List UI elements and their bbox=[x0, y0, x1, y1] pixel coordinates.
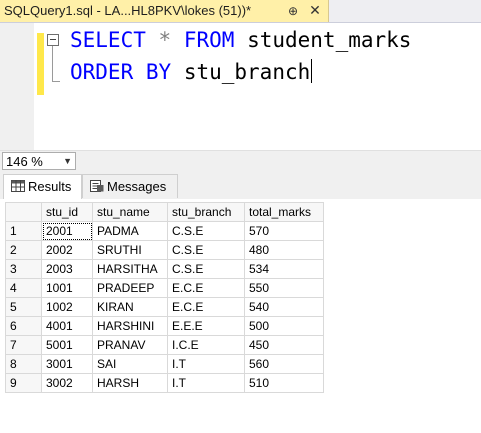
code-line-1[interactable]: SELECT * FROM student_marks bbox=[70, 27, 411, 53]
cell-stu-branch[interactable]: C.S.E bbox=[167, 240, 245, 260]
cell-stu-name[interactable]: SRUTHI bbox=[92, 240, 168, 260]
cell-stu-name[interactable]: SAI bbox=[92, 354, 168, 374]
row-number[interactable]: 8 bbox=[5, 354, 42, 374]
cell-total-marks[interactable]: 570 bbox=[244, 221, 324, 241]
cell-stu-id[interactable]: 3001 bbox=[41, 354, 93, 374]
document-tab-strip: SQLQuery1.sql - LA...HL8PKV\lokes (51))*… bbox=[0, 0, 481, 23]
query-document-tab[interactable]: SQLQuery1.sql - LA...HL8PKV\lokes (51))*… bbox=[0, 0, 329, 22]
cell-stu-branch[interactable]: E.C.E bbox=[167, 278, 245, 298]
close-icon[interactable]: ✕ bbox=[308, 3, 322, 17]
messages-icon bbox=[90, 180, 104, 192]
table-row[interactable]: 3 2003 HARSITHA C.S.E 534 bbox=[5, 259, 324, 279]
row-number[interactable]: 9 bbox=[5, 373, 42, 393]
column-header[interactable]: total_marks bbox=[244, 202, 324, 222]
cell-total-marks[interactable]: 500 bbox=[244, 316, 324, 336]
table-identifier: student_marks bbox=[247, 28, 412, 52]
row-number[interactable]: 2 bbox=[5, 240, 42, 260]
change-tracking-bar bbox=[37, 33, 44, 95]
cell-stu-id[interactable]: 2002 bbox=[41, 240, 93, 260]
tab-results[interactable]: Results bbox=[3, 174, 82, 199]
grid-corner-cell[interactable] bbox=[5, 202, 42, 222]
keyword-order-by: ORDER BY bbox=[70, 60, 172, 84]
tab-results-label: Results bbox=[28, 179, 72, 194]
cell-stu-branch[interactable]: I.T bbox=[167, 354, 245, 374]
horizontal-scrollbar[interactable] bbox=[80, 155, 478, 167]
cell-stu-branch[interactable]: I.T bbox=[167, 373, 245, 393]
tab-messages-label: Messages bbox=[107, 179, 167, 194]
results-grid: stu_id stu_name stu_branch total_marks 1… bbox=[5, 202, 324, 393]
editor-margin bbox=[0, 23, 34, 150]
tab-messages[interactable]: Messages bbox=[82, 174, 178, 198]
keyword-select: SELECT bbox=[70, 28, 146, 52]
chevron-down-icon[interactable]: ▼ bbox=[63, 154, 72, 168]
column-identifier: stu_branch bbox=[183, 60, 311, 84]
pin-icon[interactable]: ⊕ bbox=[286, 4, 300, 18]
table-row[interactable]: 8 3001 SAI I.T 560 bbox=[5, 354, 324, 374]
table-row[interactable]: 7 5001 PRANAV I.C.E 450 bbox=[5, 335, 324, 355]
cell-stu-name[interactable]: HARSITHA bbox=[92, 259, 168, 279]
code-line-2[interactable]: ORDER BY stu_branch bbox=[70, 59, 313, 85]
cell-total-marks[interactable]: 560 bbox=[244, 354, 324, 374]
table-row[interactable]: 1 2001 PADMA C.S.E 570 bbox=[5, 221, 324, 241]
cell-total-marks[interactable]: 510 bbox=[244, 373, 324, 393]
cell-stu-id[interactable]: 3002 bbox=[41, 373, 93, 393]
document-tab-title: SQLQuery1.sql - LA...HL8PKV\lokes (51))* bbox=[4, 3, 252, 18]
cell-stu-name[interactable]: KIRAN bbox=[92, 297, 168, 317]
query-editor[interactable]: SELECT * FROM student_marks ORDER BY stu… bbox=[0, 23, 481, 150]
cell-stu-branch[interactable]: I.C.E bbox=[167, 335, 245, 355]
cell-stu-branch[interactable]: C.S.E bbox=[167, 259, 245, 279]
collapse-guide-end bbox=[52, 81, 60, 82]
cell-stu-name[interactable]: HARSHINI bbox=[92, 316, 168, 336]
cell-total-marks[interactable]: 480 bbox=[244, 240, 324, 260]
column-header[interactable]: stu_id bbox=[41, 202, 93, 222]
operator-star: * bbox=[158, 28, 172, 52]
cell-stu-branch[interactable]: E.C.E bbox=[167, 297, 245, 317]
collapse-guide-line bbox=[52, 46, 53, 82]
table-row[interactable]: 4 1001 PRADEEP E.C.E 550 bbox=[5, 278, 324, 298]
cell-stu-id[interactable]: 4001 bbox=[41, 316, 93, 336]
cell-stu-id[interactable]: 2001 bbox=[41, 221, 93, 241]
cell-total-marks[interactable]: 534 bbox=[244, 259, 324, 279]
row-number[interactable]: 6 bbox=[5, 316, 42, 336]
cell-stu-id[interactable]: 5001 bbox=[41, 335, 93, 355]
results-tab-strip: Results Messages bbox=[0, 171, 481, 200]
table-row[interactable]: 9 3002 HARSH I.T 510 bbox=[5, 373, 324, 393]
cell-stu-branch[interactable]: E.E.E bbox=[167, 316, 245, 336]
zoom-value: 146 % bbox=[6, 154, 43, 169]
column-header[interactable]: stu_name bbox=[92, 202, 168, 222]
zoom-bar: 146 % ▼ bbox=[0, 150, 481, 171]
zoom-dropdown[interactable]: 146 % ▼ bbox=[2, 152, 76, 170]
cell-total-marks[interactable]: 450 bbox=[244, 335, 324, 355]
cell-stu-id[interactable]: 2003 bbox=[41, 259, 93, 279]
grid-icon bbox=[11, 180, 25, 192]
column-header[interactable]: stu_branch bbox=[167, 202, 245, 222]
cell-stu-name[interactable]: HARSH bbox=[92, 373, 168, 393]
keyword-from: FROM bbox=[183, 28, 235, 52]
cell-stu-branch[interactable]: C.S.E bbox=[167, 221, 245, 241]
cell-stu-id[interactable]: 1001 bbox=[41, 278, 93, 298]
cell-stu-name[interactable]: PRADEEP bbox=[92, 278, 168, 298]
row-number[interactable]: 4 bbox=[5, 278, 42, 298]
table-row[interactable]: 6 4001 HARSHINI E.E.E 500 bbox=[5, 316, 324, 336]
cell-total-marks[interactable]: 540 bbox=[244, 297, 324, 317]
row-number[interactable]: 5 bbox=[5, 297, 42, 317]
table-row[interactable]: 5 1002 KIRAN E.C.E 540 bbox=[5, 297, 324, 317]
text-caret bbox=[311, 59, 313, 83]
row-number[interactable]: 7 bbox=[5, 335, 42, 355]
table-row[interactable]: 2 2002 SRUTHI C.S.E 480 bbox=[5, 240, 324, 260]
row-number[interactable]: 1 bbox=[5, 221, 42, 241]
results-grid-area: stu_id stu_name stu_branch total_marks 1… bbox=[0, 199, 481, 433]
row-number[interactable]: 3 bbox=[5, 259, 42, 279]
collapse-toggle-icon[interactable] bbox=[47, 34, 59, 46]
cell-stu-name[interactable]: PADMA bbox=[92, 221, 168, 241]
grid-header-row: stu_id stu_name stu_branch total_marks bbox=[5, 202, 324, 222]
cell-stu-id[interactable]: 1002 bbox=[41, 297, 93, 317]
cell-total-marks[interactable]: 550 bbox=[244, 278, 324, 298]
cell-stu-name[interactable]: PRANAV bbox=[92, 335, 168, 355]
